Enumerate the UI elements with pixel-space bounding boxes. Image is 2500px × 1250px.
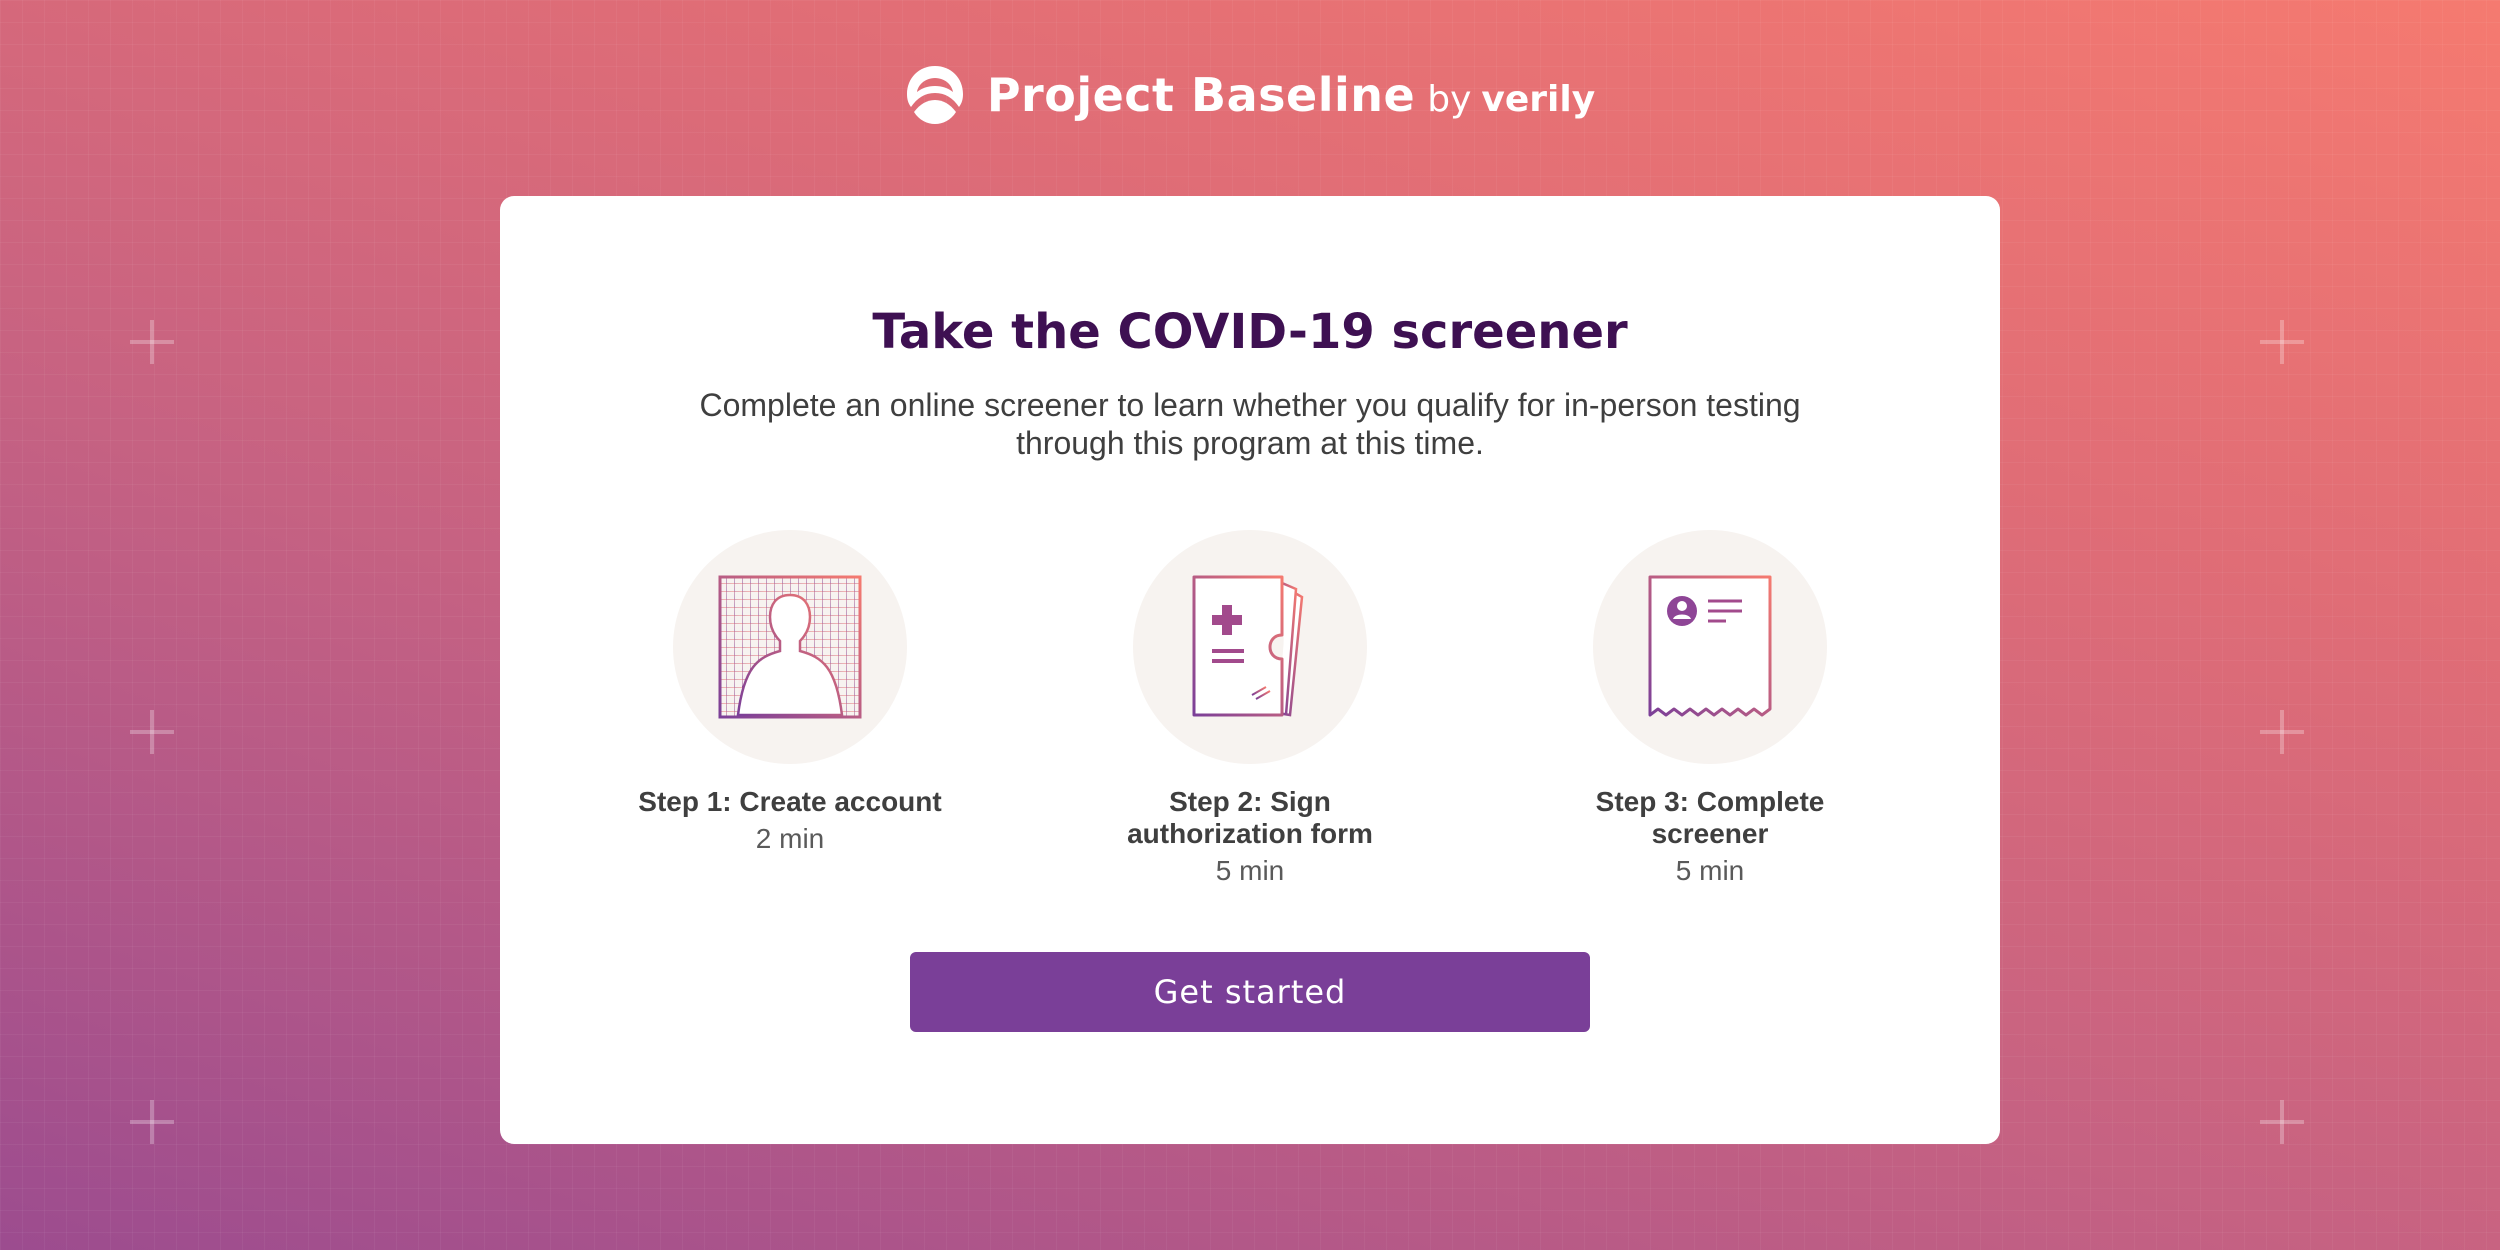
step-icon-circle <box>673 530 907 764</box>
step-1: Step 1: Create account 2 min <box>630 530 950 856</box>
page-subtitle: Complete an online screener to learn whe… <box>699 387 1801 461</box>
account-portrait-icon <box>718 575 862 719</box>
get-started-button[interactable]: Get started <box>910 952 1590 1032</box>
step-time: 2 min <box>755 823 825 854</box>
baseline-logo-icon <box>906 66 963 124</box>
step-time: 5 min <box>1215 855 1285 886</box>
site-header: Project Baseline by verily <box>0 60 2500 130</box>
plus-decoration-icon <box>130 320 174 364</box>
plus-decoration-icon <box>130 1100 174 1144</box>
step-2: Step 2: Sign authorization form 5 min <box>1090 530 1410 888</box>
step-label: Step 3: Complete screener <box>1595 786 1825 849</box>
plus-decoration-icon <box>130 710 174 754</box>
step-label: Step 2: Sign authorization form <box>1127 786 1373 849</box>
brand-company: verily <box>1481 78 1596 120</box>
plus-decoration-icon <box>2260 320 2304 364</box>
screener-document-icon <box>1648 575 1772 717</box>
step-label: Step 1: Create account <box>638 786 942 817</box>
brand-by-text: by <box>1427 78 1472 120</box>
step-3: Step 3: Complete screener 5 min <box>1550 530 1870 888</box>
brand-name: Project Baseline <box>986 68 1416 122</box>
plus-decoration-icon <box>2260 710 2304 754</box>
step-icon-circle <box>1593 530 1827 764</box>
plus-decoration-icon <box>2260 1100 2304 1144</box>
step-icon-circle <box>1133 530 1367 764</box>
brand-logo-link[interactable]: Project Baseline by verily <box>905 64 1595 126</box>
step-time: 5 min <box>1675 855 1745 886</box>
authorization-form-icon <box>1192 575 1304 717</box>
screener-card: Take the COVID-19 screener Complete an o… <box>500 196 2000 1144</box>
page-title: Take the COVID-19 screener <box>872 304 1628 360</box>
